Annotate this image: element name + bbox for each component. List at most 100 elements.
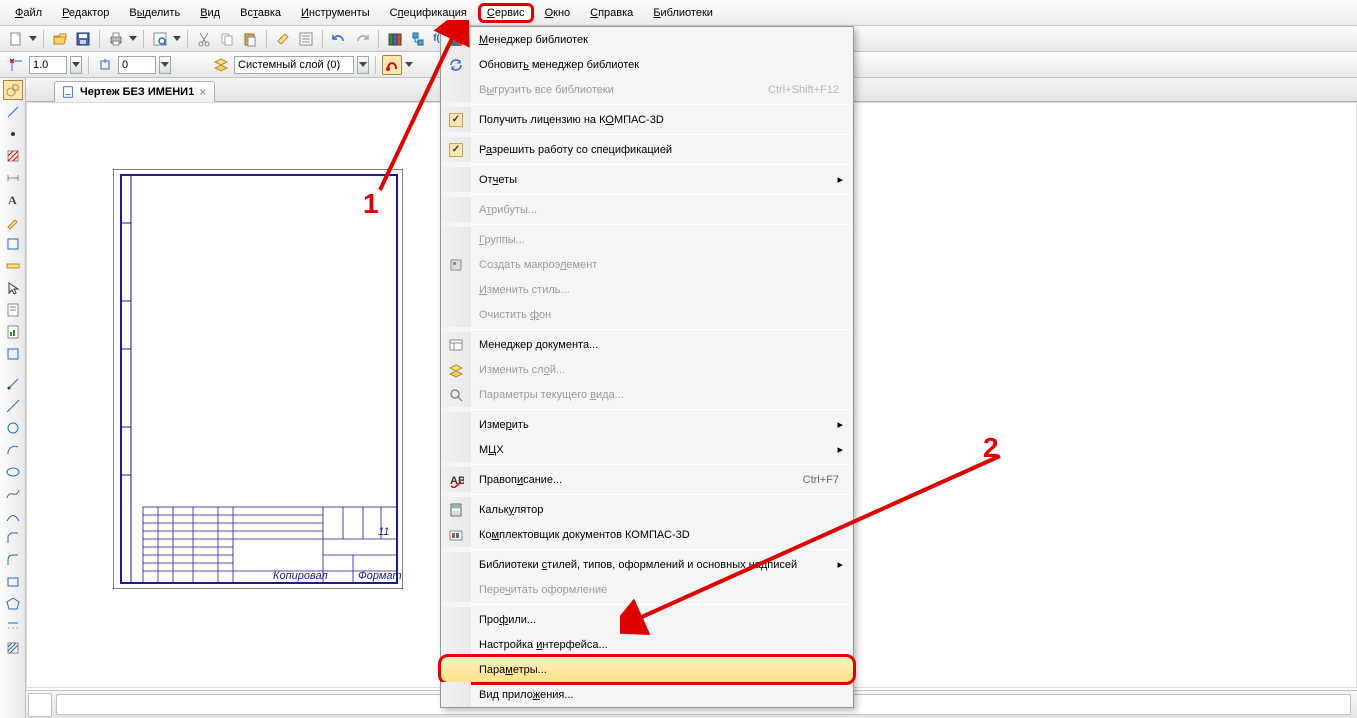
preview-dropdown-icon[interactable] [173, 36, 181, 41]
tool-seg1[interactable] [3, 374, 23, 394]
tool-ellipse[interactable] [3, 462, 23, 482]
menu-библиотеки[interactable]: Библиотеки [644, 3, 722, 23]
menu-item-label: Параметры текущего вида... [471, 389, 853, 401]
tool-polygon[interactable] [3, 594, 23, 614]
menu-сервис[interactable]: Сервис [478, 3, 534, 23]
menu-item: Изменить стиль... [441, 277, 853, 302]
menu-item[interactable]: ✓Получить лицензию на КОМПАС-3D [441, 107, 853, 132]
tool-spec[interactable] [3, 300, 23, 320]
menu-item-label: Изменить стиль... [471, 284, 853, 296]
cut-button[interactable] [194, 29, 214, 49]
tool-text[interactable]: A [3, 190, 23, 210]
menu-item-label: Атрибуты... [471, 204, 853, 216]
menu-item[interactable]: Параметры... [441, 657, 853, 682]
save-button[interactable] [73, 29, 93, 49]
menu-окно[interactable]: Окно [536, 3, 580, 23]
format-painter-button[interactable] [273, 29, 293, 49]
menu-вид[interactable]: Вид [191, 3, 229, 23]
tool-measure[interactable] [3, 256, 23, 276]
model-tree-button[interactable] [408, 29, 428, 49]
menu-item-label: Менеджер библиотек [471, 34, 853, 46]
menu-item[interactable]: Менеджер документа... [441, 332, 853, 357]
tool-fillet[interactable] [3, 550, 23, 570]
step-field[interactable]: 0 [118, 56, 156, 74]
menu-item[interactable]: Измерить▸ [441, 412, 853, 437]
tool-param[interactable] [3, 234, 23, 254]
menu-item[interactable]: Менеджер библиотек [441, 27, 853, 52]
tool-report[interactable] [3, 322, 23, 342]
tool-arc[interactable] [3, 440, 23, 460]
redo-button[interactable] [352, 29, 372, 49]
menu-item[interactable]: Комплектовщик документов КОМПАС-3D [441, 522, 853, 547]
menu-редактор[interactable]: Редактор [53, 3, 118, 23]
tool-offset[interactable] [3, 616, 23, 636]
menu-item[interactable]: Обновить менеджер библиотек [441, 52, 853, 77]
print-button[interactable] [106, 29, 126, 49]
tab-close-button[interactable]: × [199, 85, 206, 99]
menu-item: Перечитать оформление [441, 577, 853, 602]
menu-item-label: Получить лицензию на КОМПАС-3D [471, 114, 853, 126]
ortho-button[interactable] [382, 55, 402, 75]
properties-button[interactable] [296, 29, 316, 49]
tool-chamfer[interactable] [3, 528, 23, 548]
scale-dropdown-button[interactable] [70, 56, 82, 74]
layer-icon-button[interactable] [211, 55, 231, 75]
menu-item[interactable]: Профили... [441, 607, 853, 632]
new-doc-button[interactable] [6, 29, 26, 49]
layer-combo[interactable]: Системный слой (0) [234, 56, 354, 74]
tool-dimension[interactable] [3, 168, 23, 188]
document-tab[interactable]: Чертеж БЕЗ ИМЕНИ1 × [54, 81, 215, 102]
tool-insert-view[interactable] [3, 344, 23, 364]
submenu-arrow-icon: ▸ [837, 443, 843, 456]
menu-спецификация[interactable]: Спецификация [381, 3, 476, 23]
print-dropdown-icon[interactable] [129, 36, 137, 41]
ortho-dropdown-icon[interactable] [405, 62, 413, 67]
tool-select[interactable] [3, 278, 23, 298]
submenu-arrow-icon: ▸ [837, 173, 843, 186]
menu-вставка[interactable]: Вставка [231, 3, 290, 23]
menu-выделить[interactable]: Выделить [120, 3, 189, 23]
undo-button[interactable] [329, 29, 349, 49]
tool-bezier[interactable] [3, 506, 23, 526]
menu-item[interactable]: Калькулятор [441, 497, 853, 522]
open-button[interactable] [50, 29, 70, 49]
status-tool-button[interactable] [28, 693, 52, 717]
menu-инструменты[interactable]: Инструменты [292, 3, 379, 23]
copy-button[interactable] [217, 29, 237, 49]
annotation-1: 1 [363, 188, 379, 220]
paste-button[interactable] [240, 29, 260, 49]
menu-item[interactable]: Вид приложения... [441, 682, 853, 707]
tool-circle[interactable] [3, 418, 23, 438]
tool-hatch2[interactable] [3, 638, 23, 658]
tool-spline[interactable] [3, 484, 23, 504]
menu-item[interactable]: МЦХ▸ [441, 437, 853, 462]
tool-seg2[interactable] [3, 396, 23, 416]
step-button[interactable] [95, 55, 115, 75]
library-mgr-button[interactable] [385, 29, 405, 49]
layer-dropdown-button[interactable] [357, 56, 369, 74]
step-dropdown-button[interactable] [159, 56, 171, 74]
new-dropdown-icon[interactable] [29, 36, 37, 41]
refresh-icon [441, 52, 471, 77]
preview-button[interactable] [150, 29, 170, 49]
menu-item[interactable]: Настройка интерфейса... [441, 632, 853, 657]
snap-toggle-button[interactable] [6, 55, 26, 75]
left-toolbox: A [0, 78, 26, 718]
scale-field[interactable]: 1.0 [29, 56, 67, 74]
menu-item[interactable]: ✓Разрешить работу со спецификацией [441, 137, 853, 162]
tool-rect[interactable] [3, 572, 23, 592]
tool-geometry[interactable] [3, 80, 23, 100]
tool-point[interactable] [3, 124, 23, 144]
menu-item-label: Комплектовщик документов КОМПАС-3D [471, 529, 853, 541]
menu-файл[interactable]: Файл [6, 3, 51, 23]
tool-edit[interactable] [3, 212, 23, 232]
tool-line[interactable] [3, 102, 23, 122]
menu-item-label: Отчеты [471, 174, 853, 186]
menu-item: Параметры текущего вида... [441, 382, 853, 407]
menu-item: Изменить слой... [441, 357, 853, 382]
menu-item[interactable]: ABCПравописание...Ctrl+F7 [441, 467, 853, 492]
menu-item[interactable]: Отчеты▸ [441, 167, 853, 192]
menu-item[interactable]: Библиотеки стилей, типов, оформлений и о… [441, 552, 853, 577]
menu-справка[interactable]: Справка [581, 3, 642, 23]
tool-hatch[interactable] [3, 146, 23, 166]
